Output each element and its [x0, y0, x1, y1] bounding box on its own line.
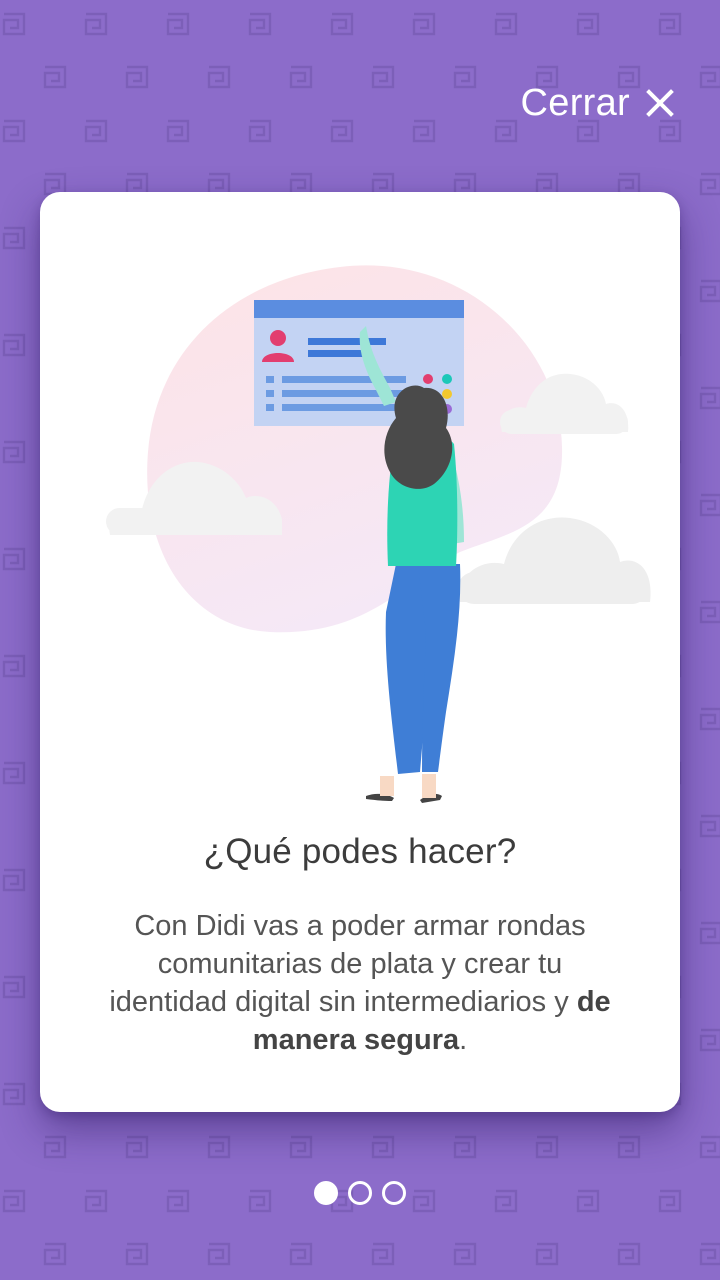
- close-icon: [646, 89, 674, 117]
- onboarding-screen: Cerrar ¿Qué podes hacer? Con Didi vas a …: [0, 0, 720, 1280]
- woman-touching-identity-card-illustration: [106, 265, 651, 803]
- card-description: Con Didi vas a poder armar rondas comuni…: [100, 907, 620, 1059]
- card-title: ¿Qué podes hacer?: [203, 832, 517, 871]
- close-label: Cerrar: [520, 81, 630, 124]
- page-dot-1[interactable]: [314, 1181, 338, 1205]
- description-text: Con Didi vas a poder armar rondas comuni…: [109, 910, 586, 1018]
- description-end: .: [459, 1024, 468, 1056]
- onboarding-card: ¿Qué podes hacer? Con Didi vas a poder a…: [40, 192, 680, 1112]
- page-dot-2[interactable]: [348, 1181, 372, 1205]
- close-button[interactable]: Cerrar: [521, 78, 674, 128]
- page-indicator: [0, 1180, 720, 1206]
- page-dot-3[interactable]: [382, 1181, 406, 1205]
